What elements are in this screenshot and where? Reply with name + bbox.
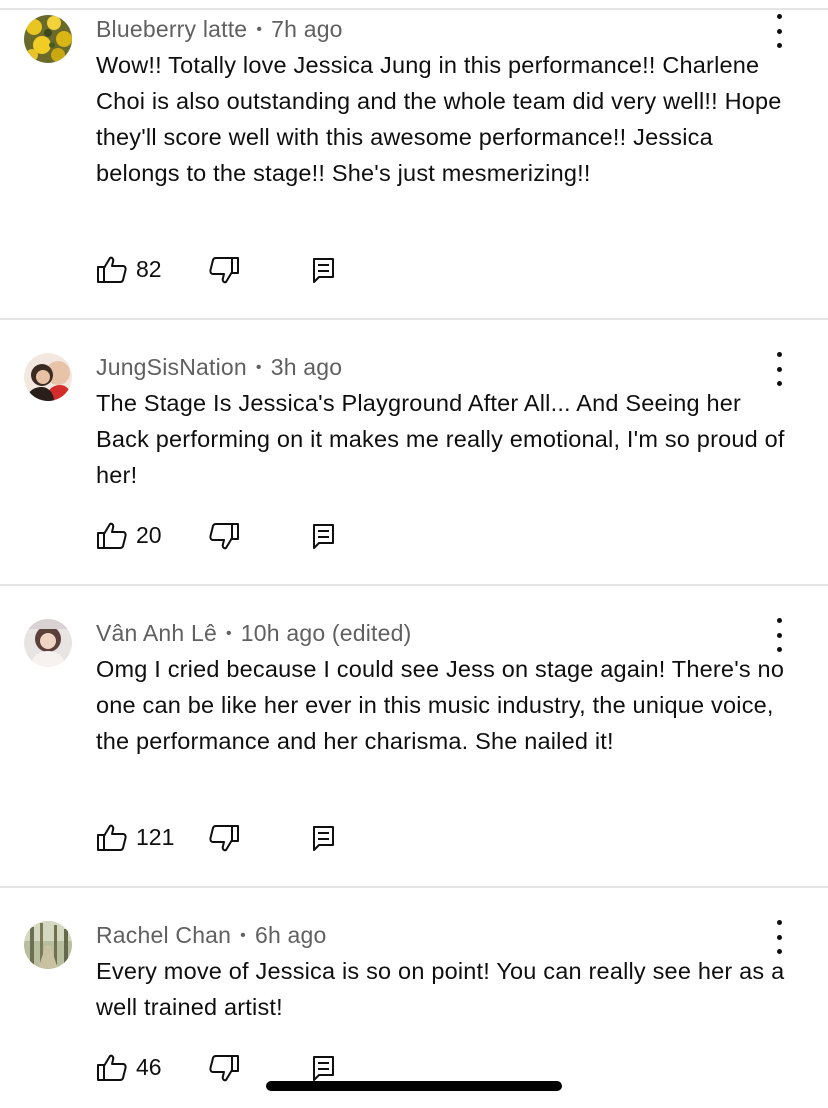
more-dot bbox=[776, 28, 782, 34]
dislike-button[interactable] bbox=[208, 520, 240, 552]
more-options-button[interactable] bbox=[766, 352, 792, 386]
comments-page: Blueberry latte • 7h ago Wow!! Totally lov… bbox=[0, 0, 828, 1108]
reply-button[interactable] bbox=[312, 824, 336, 854]
separator-dot: • bbox=[240, 927, 246, 944]
divider bbox=[0, 886, 828, 888]
more-vertical-icon bbox=[776, 618, 782, 623]
comment-text: Omg I cried because I could see Jess on … bbox=[96, 656, 785, 754]
thumbs-up-icon bbox=[97, 824, 127, 851]
dislike-button[interactable] bbox=[208, 1052, 240, 1084]
comment-meta: Rachel Chan • 6h ago bbox=[96, 922, 327, 949]
avatar[interactable] bbox=[24, 619, 72, 667]
separator-dot: • bbox=[255, 359, 262, 376]
thumbs-up-icon bbox=[97, 522, 127, 549]
thumbs-down-icon bbox=[209, 523, 239, 550]
comment-author[interactable]: Vân Anh Lê bbox=[96, 620, 217, 646]
avatar[interactable] bbox=[24, 353, 72, 401]
comment-author[interactable]: Blueberry latte bbox=[96, 16, 247, 42]
reply-button[interactable] bbox=[312, 522, 336, 552]
avatar[interactable] bbox=[24, 921, 72, 969]
like-button[interactable] bbox=[96, 520, 128, 552]
comment-author[interactable]: Rachel Chan bbox=[96, 922, 231, 948]
comment-time: 7h ago bbox=[271, 16, 343, 42]
comment-time: 10h ago (edited) bbox=[240, 620, 412, 646]
comment-text: Every move of Jessica is so on point! Yo… bbox=[96, 958, 785, 1020]
separator-dot: • bbox=[256, 21, 263, 38]
more-vertical-icon bbox=[776, 14, 782, 19]
comment-meta: JungSisNation • 3h ago bbox=[96, 354, 342, 381]
comment-meta: Blueberry latte • 7h ago bbox=[96, 16, 343, 43]
reply-button[interactable] bbox=[312, 1054, 336, 1084]
dislike-button[interactable] bbox=[208, 254, 240, 286]
comment-text: Wow!! Totally love Jessica Jung in this … bbox=[96, 52, 782, 186]
reply-icon bbox=[313, 258, 334, 283]
more-options-button[interactable] bbox=[766, 14, 792, 48]
like-button[interactable] bbox=[96, 254, 128, 286]
more-dot bbox=[776, 632, 782, 638]
thumbs-down-icon bbox=[209, 1055, 239, 1082]
like-button[interactable] bbox=[96, 822, 128, 854]
more-dot bbox=[776, 366, 782, 372]
reply-button[interactable] bbox=[312, 256, 336, 286]
like-button[interactable] bbox=[96, 1052, 128, 1084]
like-count: 82 bbox=[136, 256, 162, 282]
more-options-button[interactable] bbox=[766, 920, 792, 954]
separator-dot: • bbox=[225, 625, 232, 642]
comment-time: 3h ago bbox=[270, 354, 343, 380]
comment-actions: 82 bbox=[96, 254, 396, 288]
comment-actions: 20 bbox=[96, 520, 396, 554]
comment-meta: Vân Anh Lê • 10h ago (edited) bbox=[96, 620, 411, 647]
like-count: 121 bbox=[136, 824, 175, 850]
thumbs-up-icon bbox=[97, 1054, 127, 1081]
reply-icon bbox=[313, 826, 334, 851]
divider bbox=[0, 318, 828, 320]
thumbs-up-icon bbox=[97, 256, 127, 283]
comment-time: 6h ago bbox=[254, 922, 327, 948]
dislike-button[interactable] bbox=[208, 822, 240, 854]
avatar[interactable] bbox=[24, 15, 72, 63]
home-indicator[interactable] bbox=[266, 1081, 562, 1091]
more-options-button[interactable] bbox=[766, 618, 792, 652]
reply-icon bbox=[313, 1056, 334, 1081]
divider bbox=[0, 8, 828, 10]
thumbs-down-icon bbox=[209, 257, 239, 284]
like-count: 46 bbox=[136, 1054, 162, 1080]
more-dot bbox=[776, 934, 782, 940]
divider bbox=[0, 584, 828, 586]
comment-text: The Stage Is Jessica's Playground After … bbox=[96, 390, 785, 488]
like-count: 20 bbox=[136, 522, 162, 548]
thumbs-down-icon bbox=[209, 825, 239, 852]
comment-author[interactable]: JungSisNation bbox=[96, 354, 247, 380]
more-vertical-icon bbox=[776, 920, 782, 925]
reply-icon bbox=[313, 524, 334, 549]
comment-actions: 121 bbox=[96, 822, 396, 856]
more-vertical-icon bbox=[776, 352, 782, 357]
